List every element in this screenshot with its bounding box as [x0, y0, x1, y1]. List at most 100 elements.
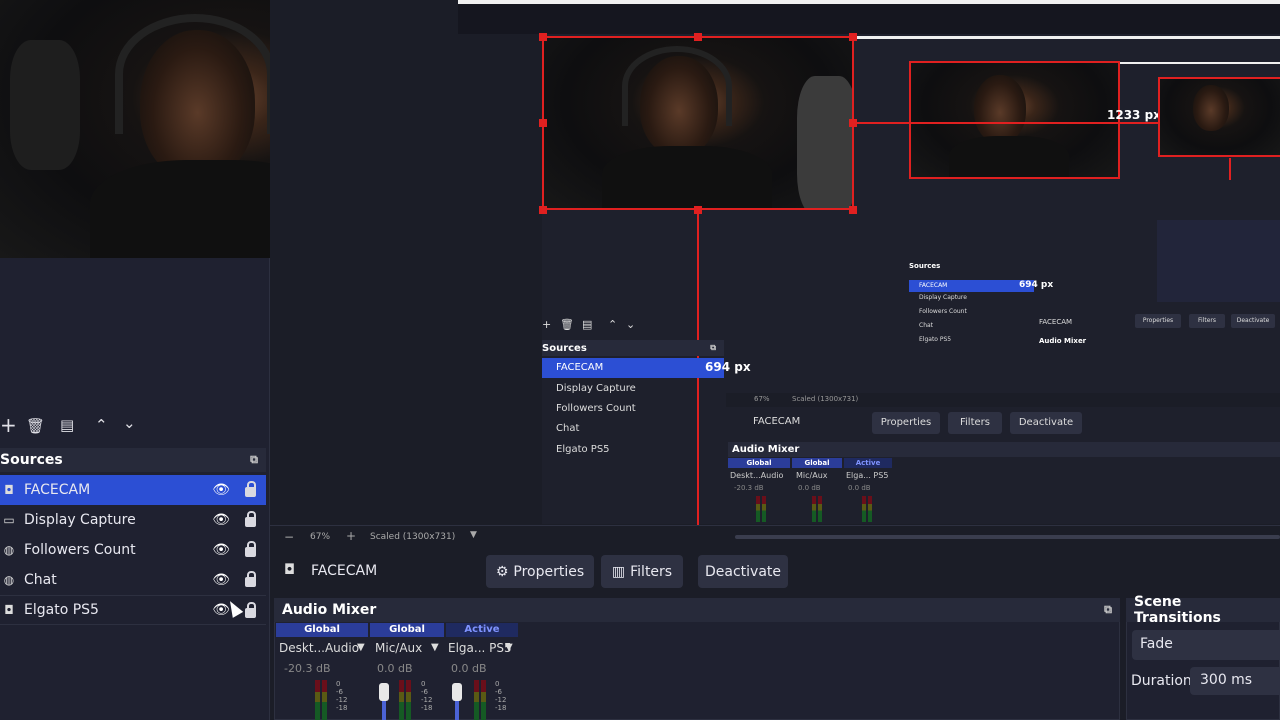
- source-item-followers-count[interactable]: ◍ Followers Count 👁: [0, 535, 266, 565]
- width-measurement: 1233 px: [1107, 108, 1161, 122]
- duration-label: Duration: [1131, 673, 1192, 689]
- globe-icon: ◍: [3, 543, 15, 557]
- context-bar: ◘ FACECAM ⚙ Properties ▥ Filters Deactivat…: [270, 548, 1280, 596]
- volume-knob-elgato[interactable]: [452, 683, 462, 701]
- deactivate-label: Deactivate: [704, 563, 781, 580]
- camera-icon: ◘: [284, 562, 296, 578]
- level-meter: [399, 680, 404, 720]
- nested-mix-db-3: 0.0 dB: [848, 484, 871, 492]
- scale-mode: Scaled (1300x731): [370, 532, 456, 542]
- resize-handle-tm[interactable]: [694, 33, 702, 41]
- source-label: Followers Count: [24, 542, 136, 558]
- horizontal-scrollbar[interactable]: [735, 535, 1280, 539]
- deactivate-button[interactable]: Deactivate: [698, 555, 788, 588]
- nested-mixer: Global Global Active Deskt...Audio Mic/A…: [728, 458, 896, 524]
- lock-icon[interactable]: [245, 481, 256, 497]
- level-meter: [474, 680, 479, 720]
- nested-mix-badge-2: Global: [792, 458, 842, 468]
- resize-handle-tr[interactable]: [849, 33, 857, 41]
- mini-filters: Filters: [1189, 314, 1225, 328]
- zoom-in-button[interactable]: +: [346, 529, 356, 543]
- down-icon: ⌄: [626, 318, 636, 331]
- move-up-icon[interactable]: ⌃: [95, 416, 108, 434]
- nested-mix-name-1: Deskt...Audio: [730, 471, 784, 480]
- source-item-facecam[interactable]: ◘ FACECAM 👁: [0, 475, 266, 505]
- eye-icon[interactable]: 👁: [212, 482, 230, 498]
- lock-icon[interactable]: [245, 511, 256, 527]
- chevron-down-icon[interactable]: ▼: [505, 642, 513, 653]
- up-icon: ⌃: [608, 318, 618, 331]
- chevron-down-icon[interactable]: ▼: [431, 642, 439, 653]
- trash-icon[interactable]: 🗑: [26, 417, 45, 435]
- mini-source-facecam: FACECAM: [909, 280, 1034, 292]
- selection-box-nested-2: [909, 61, 1120, 179]
- transition-value: Fade: [1140, 636, 1173, 652]
- lock-icon[interactable]: [245, 602, 256, 618]
- sources-dock-title: Sources ⧉: [0, 448, 266, 472]
- resize-handle-ml[interactable]: [539, 119, 547, 127]
- properties-button[interactable]: ⚙ Properties: [486, 555, 594, 588]
- undock-icon[interactable]: ⧉: [1104, 603, 1112, 617]
- height-measurement: 694 px: [705, 360, 751, 374]
- undock-icon[interactable]: ⧉: [250, 453, 258, 467]
- eye-icon[interactable]: 👁: [212, 542, 230, 558]
- duration-value: 300 ms: [1200, 672, 1253, 688]
- mini-sources-title: Sources: [909, 262, 941, 270]
- nested-source-followers: Followers Count: [556, 403, 636, 414]
- nested-source-display: Display Capture: [556, 383, 636, 394]
- scale-dropdown-icon[interactable]: ▼: [470, 530, 477, 540]
- nested-context-bar: FACECAM Properties Filters Deactivate: [726, 410, 1280, 436]
- duration-input[interactable]: 300 ms: [1190, 667, 1280, 695]
- nested-filters: Filters: [948, 412, 1002, 434]
- filters-button[interactable]: ▥ Filters: [601, 555, 683, 588]
- resize-handle-br[interactable]: [849, 206, 857, 214]
- nested-sources-title: Sources ⧉: [542, 340, 724, 356]
- status-bar: − 67% + Scaled (1300x731) ▼: [270, 525, 1280, 547]
- audio-mixer-title-bar: Audio Mixer ⧉: [274, 598, 1120, 622]
- meter-tick-labels: 0 -6 -12 -18: [336, 680, 348, 712]
- eye-icon[interactable]: 👁: [212, 512, 230, 528]
- zoom-value: 67%: [310, 532, 331, 542]
- nested-deactivate: Deactivate: [1010, 412, 1082, 434]
- move-down-icon[interactable]: ⌄: [123, 414, 136, 432]
- gear-icon: ⚙: [495, 563, 509, 580]
- mini-properties: Properties: [1135, 314, 1181, 328]
- lock-icon[interactable]: [245, 571, 256, 587]
- source-label: Chat: [24, 572, 57, 588]
- lock-icon[interactable]: [245, 541, 256, 557]
- channel-name-desktop: Deskt...Audio: [279, 641, 360, 655]
- source-label: FACECAM: [24, 482, 91, 498]
- nested-context-source: FACECAM: [753, 416, 801, 427]
- audio-mixer-title: Audio Mixer: [282, 602, 377, 618]
- mini-source-elgato: Elgato PS5: [919, 336, 952, 343]
- channel-db-elgato: 0.0 dB: [451, 662, 487, 675]
- meter-tick-labels: 0 -6 -12 -18: [495, 680, 507, 712]
- height-measurement-small: 694 px: [1019, 280, 1054, 290]
- mini-source-display: Display Capture: [919, 294, 967, 301]
- chevron-down-icon[interactable]: ▼: [357, 642, 365, 653]
- nested-sources-title-text: Sources: [542, 342, 587, 354]
- transition-select[interactable]: Fade: [1132, 630, 1280, 660]
- eye-icon[interactable]: 👁: [212, 572, 230, 588]
- selection-box-facecam[interactable]: [542, 36, 854, 210]
- properties-icon[interactable]: ▤: [60, 416, 74, 434]
- resize-handle-tl[interactable]: [539, 33, 547, 41]
- mini-deactivate: Deactivate: [1231, 314, 1275, 328]
- resize-handle-bl[interactable]: [539, 206, 547, 214]
- nested-audio-mixer-title: Audio Mixer: [728, 442, 1280, 457]
- properties-icon: ▤: [582, 318, 593, 331]
- source-item-chat[interactable]: ◍ Chat 👁: [0, 565, 266, 595]
- context-source-name: FACECAM: [311, 563, 378, 579]
- volume-knob-mic[interactable]: [379, 683, 389, 701]
- nested-mix-name-3: Elga... PS5: [846, 471, 889, 480]
- nested-mix-badge-1: Global: [728, 458, 790, 468]
- source-item-display-capture[interactable]: ▭ Display Capture 👁: [0, 505, 266, 535]
- mini-context-source: FACECAM: [1039, 318, 1073, 326]
- zoom-out-button[interactable]: −: [284, 530, 294, 544]
- add-source-icon[interactable]: +: [0, 415, 17, 435]
- nested-sources-toolbar: + 🗑 ▤ ⌃ ⌄: [542, 318, 722, 334]
- nested-ui-level-3: Sources FACECAM Display Capture Follower…: [909, 180, 1280, 392]
- source-item-elgato-ps5[interactable]: ◘ Elgato PS5 👁: [0, 595, 266, 625]
- add-icon: +: [542, 318, 552, 331]
- channel-badge-elgato: Active: [446, 623, 518, 637]
